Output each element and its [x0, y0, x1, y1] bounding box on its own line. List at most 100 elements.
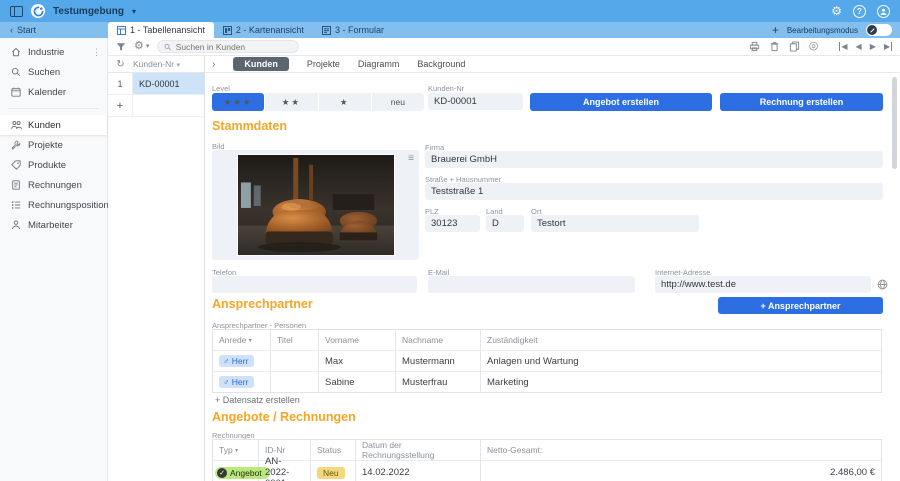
sidebar-item-label: Produkte: [28, 160, 66, 171]
col-titel[interactable]: Titel: [271, 330, 319, 350]
table-row[interactable]: ✓Angebot AN-2022-0001 Neu 14.02.2022 2.4…: [213, 461, 881, 481]
form-view-icon: [322, 26, 331, 35]
sort-caret-icon: ▾: [176, 62, 180, 69]
sidebar-item-kalender[interactable]: Kalender: [0, 82, 107, 102]
angebote-heading: Angebote / Rechnungen: [212, 410, 356, 424]
gear-icon[interactable]: ⚙: [831, 5, 842, 17]
tab-kartenansicht[interactable]: 2 - Kartenansicht: [214, 22, 313, 38]
sidebar-item-projekte[interactable]: Projekte: [0, 135, 107, 155]
sidebar-item-kunden[interactable]: Kunden: [0, 115, 107, 135]
col-status[interactable]: Status: [311, 440, 356, 460]
sidebar-item-label: Suchen: [28, 67, 60, 78]
table-row[interactable]: ♂ Herr Max Mustermann Anlagen und Wartun…: [213, 351, 881, 372]
bild-field[interactable]: ≡: [212, 150, 419, 260]
view-settings-gear-icon[interactable]: ⚙▾: [134, 41, 149, 52]
edit-mode-toggle[interactable]: [866, 24, 892, 36]
nav-last-icon[interactable]: ▶: [884, 42, 892, 51]
back-to-start[interactable]: ‹ Start: [0, 22, 108, 38]
nav-next-icon[interactable]: ▶: [870, 42, 876, 51]
sidebar-item-rechnungen[interactable]: Rechnungen: [0, 175, 107, 195]
angebot-erstellen-button[interactable]: Angebot erstellen: [530, 93, 712, 111]
check-icon: ✓: [217, 468, 227, 478]
column-header-kunden-nr[interactable]: Kunden-Nr ▾: [133, 59, 180, 69]
firma-field[interactable]: Brauerei GmbH: [425, 151, 883, 168]
strasse-field[interactable]: Teststraße 1: [425, 183, 883, 200]
sidebar-item-label: Kalender: [28, 87, 66, 98]
refresh-icon[interactable]: ↻: [108, 59, 133, 70]
create-record-link[interactable]: + Datensatz erstellen: [215, 395, 300, 405]
search-icon: [10, 67, 22, 77]
table-row[interactable]: ♂ Herr Sabine Musterfrau Marketing: [213, 372, 881, 392]
view-tab-bar: ‹ Start 1 - Tabellenansicht 2 - Kartenan…: [0, 22, 900, 38]
tab-formular[interactable]: 3 - Formular: [313, 22, 393, 38]
kunden-nr-label: Kunden-Nr: [428, 84, 464, 93]
col-datum[interactable]: Datum der Rechnungsstellung: [356, 440, 481, 460]
sidebar-item-label: Kunden: [28, 120, 61, 131]
nav-first-icon[interactable]: ◀: [839, 42, 847, 51]
level-label: Level: [212, 84, 230, 93]
col-netto[interactable]: Netto-Gesamt:: [481, 440, 881, 460]
logo-glyph: [33, 6, 44, 17]
search-box[interactable]: [157, 40, 299, 53]
sidebar-item-rechnungspositionen[interactable]: Rechnungspositionen: [0, 195, 107, 215]
level-option-3-stars[interactable]: ★★★: [212, 93, 264, 111]
tab-tabellenansicht[interactable]: 1 - Tabellenansicht: [108, 22, 214, 38]
copy-icon[interactable]: [789, 41, 800, 52]
account-icon[interactable]: [877, 5, 890, 18]
sidebar-item-mitarbeiter[interactable]: Mitarbeiter: [0, 215, 107, 235]
image-menu-icon[interactable]: ≡: [408, 153, 414, 164]
ort-field[interactable]: Testort: [531, 215, 699, 232]
detail-tab-background[interactable]: Background: [417, 59, 465, 69]
internet-field[interactable]: http://www.test.de: [655, 276, 871, 293]
sidebar-item-industrie[interactable]: Industrie ⋮: [0, 42, 107, 62]
rechnung-erstellen-button[interactable]: Rechnung erstellen: [720, 93, 883, 111]
col-nachname[interactable]: Nachname: [396, 330, 481, 350]
sidebar-item-produkte[interactable]: Produkte: [0, 155, 107, 175]
detail-tab-projekte[interactable]: Projekte: [307, 59, 340, 69]
anrede-badge: ♂ Herr: [219, 376, 254, 388]
col-anrede[interactable]: Anrede ▾: [213, 330, 271, 350]
table-view-icon: [117, 26, 126, 35]
ninox-logo[interactable]: [31, 4, 45, 18]
list-item[interactable]: 1 KD-00001: [108, 73, 204, 95]
netto-cell: 2.486,00 €: [481, 461, 881, 481]
help-icon[interactable]: ?: [853, 5, 866, 18]
col-vorname[interactable]: Vorname: [319, 330, 396, 350]
globe-icon[interactable]: [877, 279, 888, 290]
record-target-icon[interactable]: ◎: [809, 41, 819, 52]
vertical-scrollbar[interactable]: [892, 77, 897, 169]
telefon-field[interactable]: [212, 276, 417, 293]
level-option-1-star[interactable]: ★: [319, 93, 371, 111]
stammdaten-heading: Stammdaten: [212, 119, 287, 133]
land-field[interactable]: D: [486, 215, 524, 232]
col-zustaendigkeit[interactable]: Zuständigkeit: [481, 330, 881, 350]
detail-tab-diagramm[interactable]: Diagramm: [358, 59, 400, 69]
nav-prev-icon[interactable]: ◀: [856, 42, 862, 51]
search-input[interactable]: [176, 42, 293, 52]
sidebar-item-suchen[interactable]: Suchen: [0, 62, 107, 82]
printer-icon[interactable]: [749, 41, 760, 52]
add-ansprechpartner-button[interactable]: + Ansprechpartner: [718, 297, 883, 314]
email-field[interactable]: [428, 276, 635, 293]
panel-toggle-icon[interactable]: [10, 6, 23, 17]
titel-cell: [271, 372, 319, 392]
add-record-row[interactable]: +: [108, 95, 204, 117]
add-view-button[interactable]: +: [772, 23, 779, 37]
kebab-icon[interactable]: ⋮: [92, 47, 101, 58]
back-label: Start: [17, 25, 36, 35]
detail-tab-kunden[interactable]: Kunden: [233, 57, 289, 71]
workspace-title[interactable]: Testumgebung: [53, 6, 124, 17]
anrede-badge: ♂ Herr: [219, 355, 254, 367]
trash-icon[interactable]: [769, 41, 780, 52]
filter-icon[interactable]: [116, 42, 126, 52]
calendar-icon: [10, 87, 22, 97]
level-option-2-stars[interactable]: ★★: [265, 93, 317, 111]
level-option-neu[interactable]: neu: [372, 93, 424, 111]
plus-icon: +: [108, 95, 133, 116]
collapse-chevron-icon[interactable]: ›: [212, 59, 215, 70]
col-typ[interactable]: Typ ▾: [213, 440, 259, 460]
plz-field[interactable]: 30123: [425, 215, 480, 232]
id-cell: AN-2022-0001: [259, 461, 311, 481]
search-icon: [164, 43, 171, 51]
kunden-nr-field[interactable]: KD-00001: [428, 93, 523, 110]
